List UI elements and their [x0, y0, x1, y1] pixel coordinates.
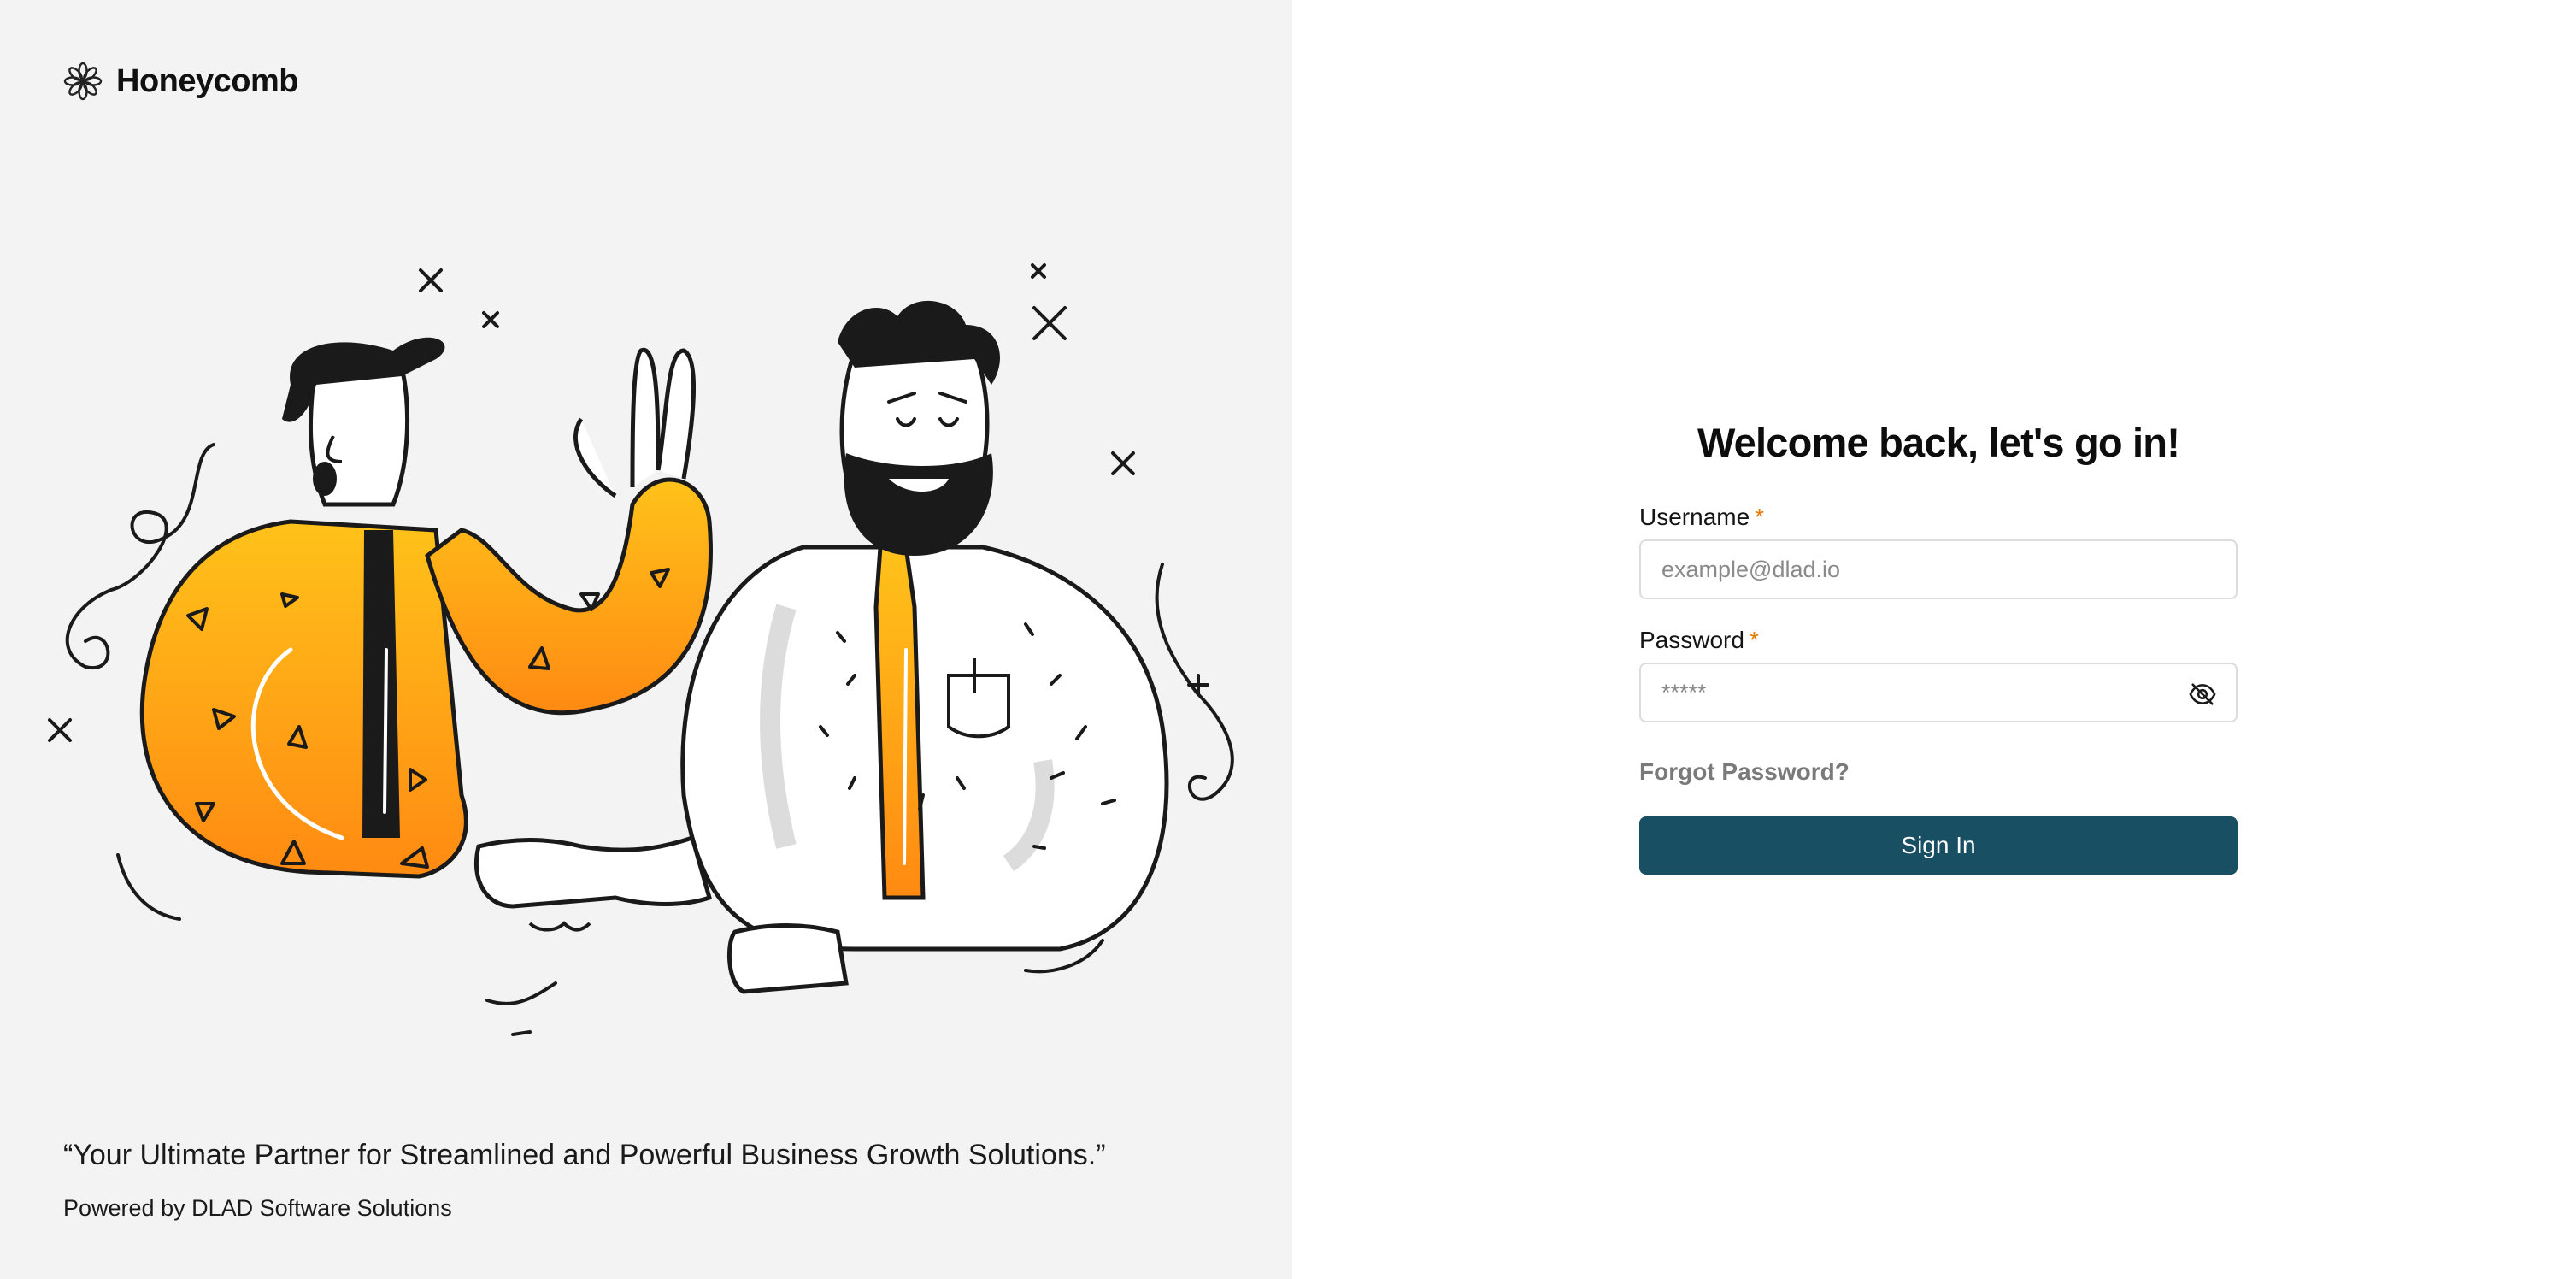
- eye-off-icon[interactable]: [2188, 680, 2217, 709]
- username-input[interactable]: [1641, 541, 2236, 598]
- brand: Honeycomb: [63, 62, 298, 101]
- username-field-wrapper: [1639, 539, 2238, 599]
- tagline: “Your Ultimate Partner for Streamlined a…: [63, 1139, 1106, 1171]
- forgot-password-link[interactable]: Forgot Password?: [1639, 758, 1850, 786]
- login-form: Welcome back, let's go in! Username* Pas…: [1639, 419, 2238, 875]
- password-input[interactable]: [1641, 664, 2236, 721]
- password-label-text: Password: [1639, 627, 1744, 653]
- brand-name: Honeycomb: [116, 62, 298, 99]
- powered-by-text: Powered by DLAD Software Solutions: [63, 1195, 452, 1221]
- branding-panel: Honeycomb “Your Ultimate Partner for Str…: [0, 0, 1292, 1279]
- handshake-illustration: [48, 263, 1234, 1036]
- sign-in-button[interactable]: Sign In: [1639, 816, 2238, 875]
- page-title: Welcome back, let's go in!: [1697, 420, 2180, 465]
- required-marker: *: [1749, 627, 1759, 653]
- honeycomb-flower-icon: [63, 62, 103, 101]
- username-label: Username *: [1639, 504, 2238, 531]
- password-field-wrapper: [1639, 663, 2238, 722]
- username-label-text: Username: [1639, 504, 1750, 530]
- password-label: Password *: [1639, 627, 2238, 654]
- required-marker: *: [1755, 504, 1765, 530]
